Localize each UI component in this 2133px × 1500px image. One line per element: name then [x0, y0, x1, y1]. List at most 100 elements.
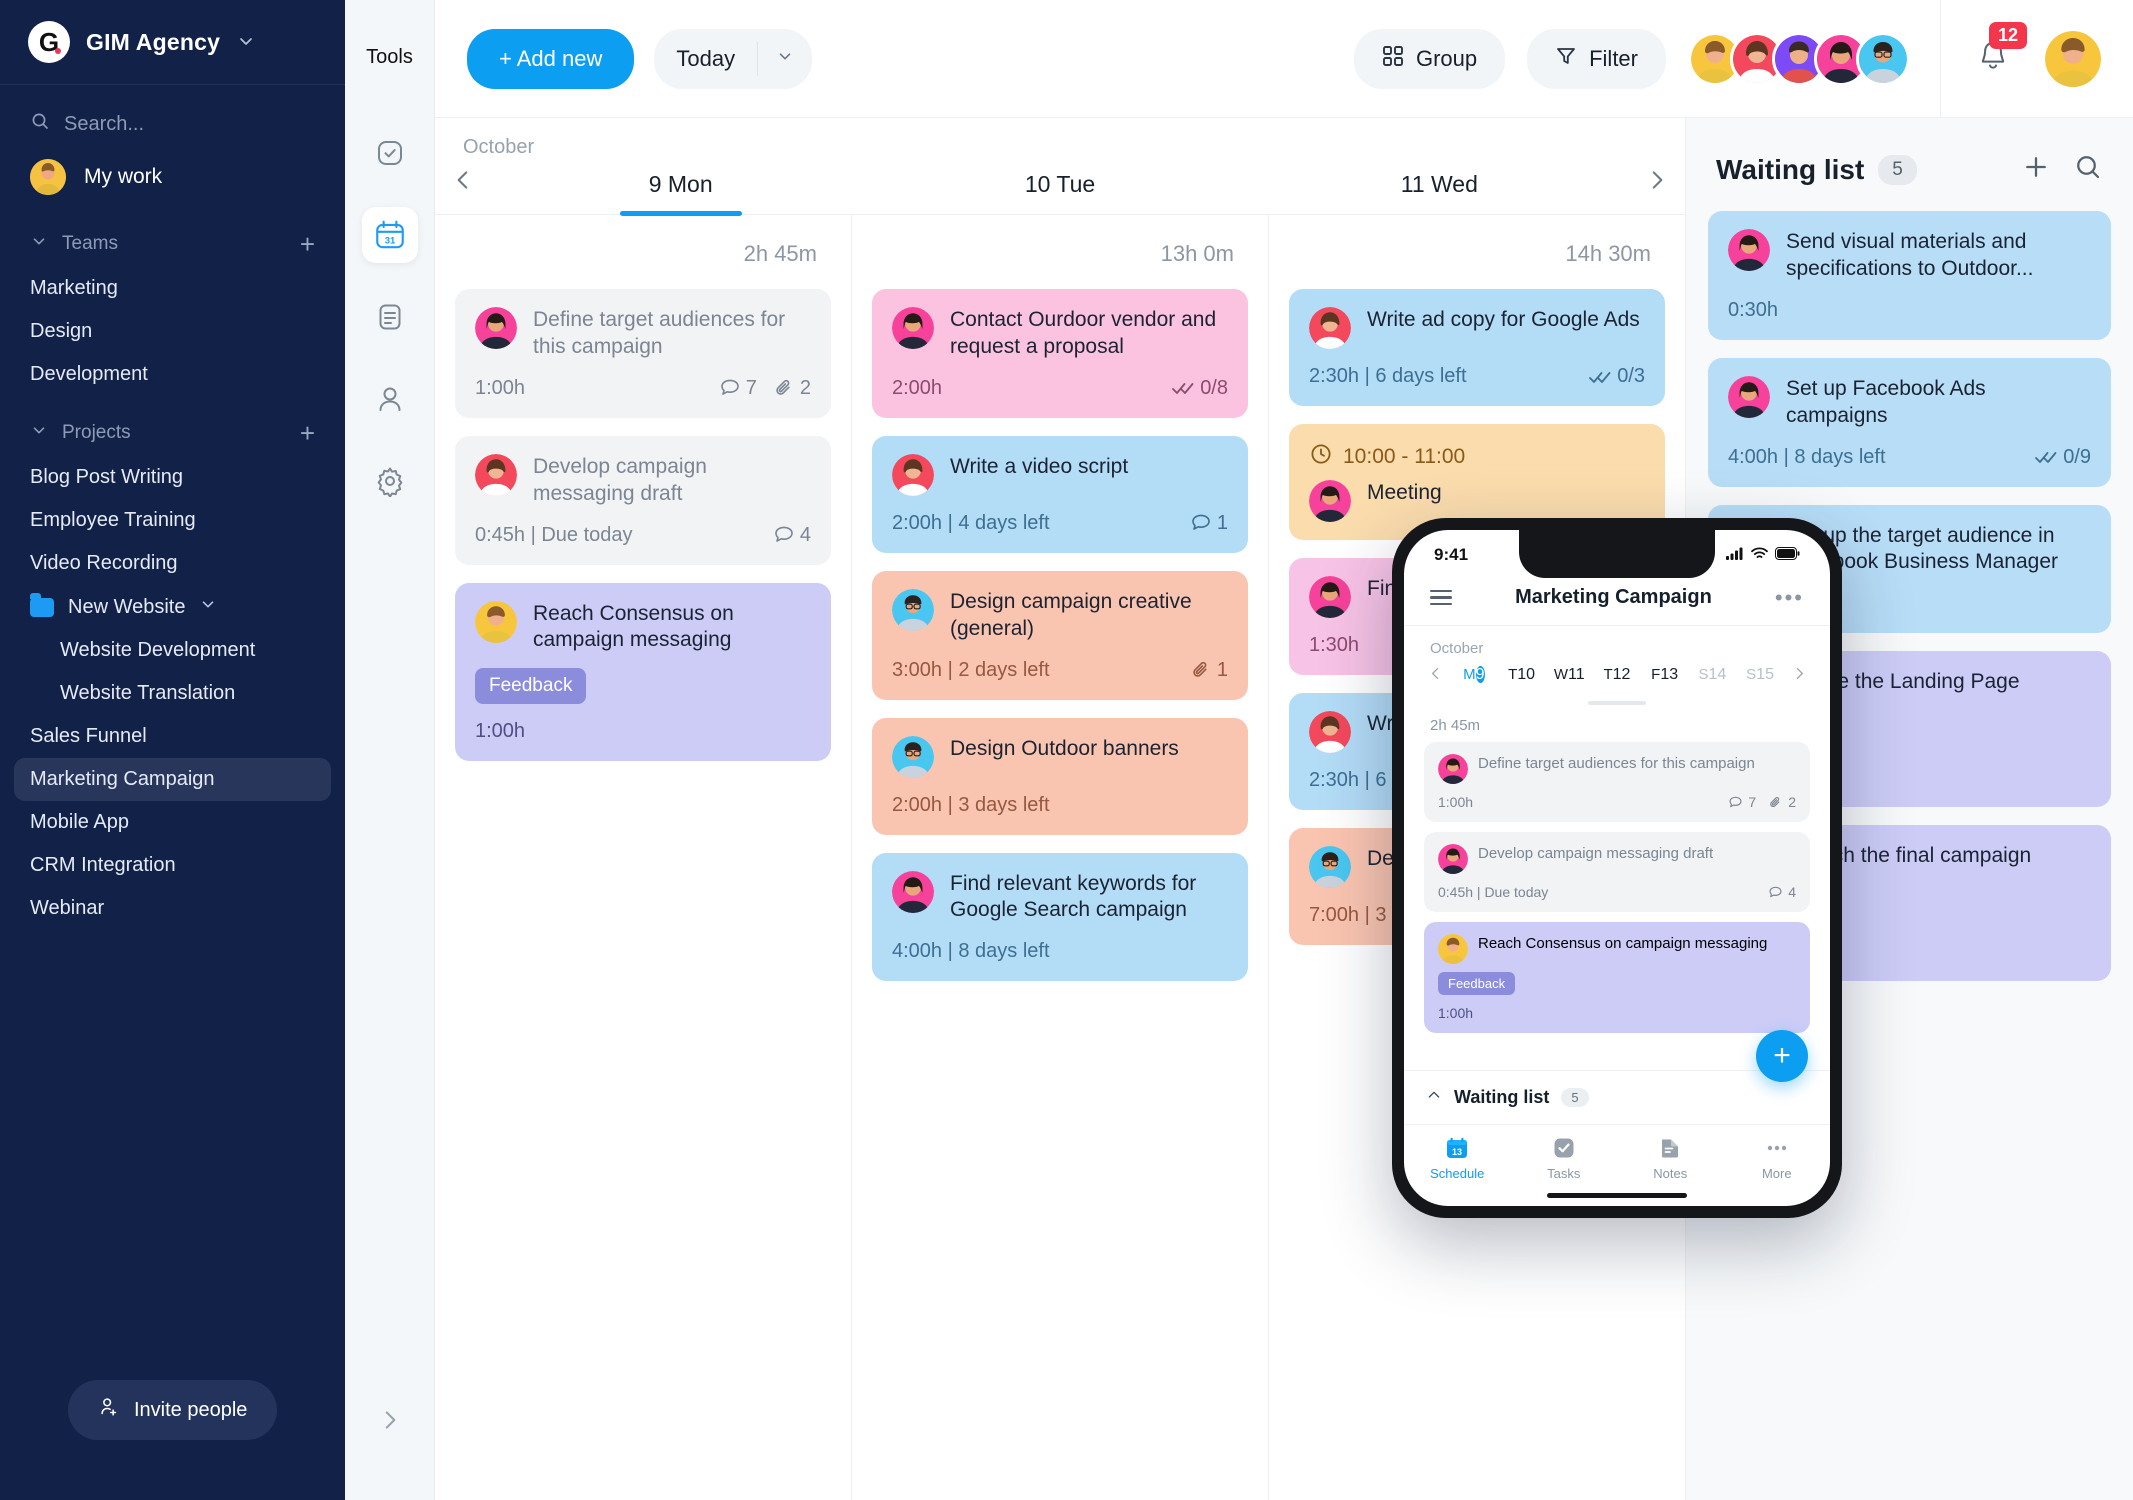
sidebar-search[interactable]: [0, 85, 345, 147]
task-card[interactable]: Reach Consensus on campaign messaging Fe…: [455, 582, 831, 762]
plus-icon[interactable]: [2021, 152, 2051, 187]
phone-task-card[interactable]: Define target audiences for this campaig…: [1424, 742, 1810, 822]
sidebar-item-sales-funnel[interactable]: Sales Funnel: [0, 715, 345, 758]
sidebar-section-projects[interactable]: Projects +: [0, 396, 345, 456]
wifi-icon: [1751, 545, 1768, 565]
phone-tab-schedule[interactable]: 13 Schedule: [1404, 1135, 1511, 1181]
add-new-button[interactable]: + Add new: [467, 28, 635, 89]
sidebar-folder-new-website[interactable]: New Website: [0, 585, 345, 629]
phone-tab-tasks[interactable]: Tasks: [1511, 1135, 1618, 1181]
phone-screen: 9:41 Marketing Campaign ••• October M9 T…: [1404, 530, 1830, 1206]
collapse-rail-icon[interactable]: [377, 1407, 403, 1440]
prev-day-button[interactable]: [435, 163, 491, 214]
notifications-button[interactable]: 12: [1941, 22, 2045, 79]
phone-add-task-fab[interactable]: +: [1756, 1030, 1808, 1082]
sidebar-item-marketing-campaign[interactable]: Marketing Campaign: [14, 758, 331, 801]
phone-notch: [1519, 530, 1715, 578]
phone-tab-notes[interactable]: Notes: [1617, 1135, 1724, 1181]
sidebar-item-marketing[interactable]: Marketing: [0, 267, 345, 310]
tool-notes-icon[interactable]: [362, 289, 418, 345]
waiting-list-header: Waiting list 5: [1708, 118, 2111, 211]
waiting-task-card[interactable]: Send visual materials and specifications…: [1708, 211, 2111, 340]
phone-day-14[interactable]: S14: [1692, 659, 1732, 691]
phone-tab-more[interactable]: More: [1724, 1135, 1831, 1181]
phone-task-card[interactable]: Reach Consensus on campaign messaging Fe…: [1424, 922, 1810, 1033]
more-dots-icon[interactable]: •••: [1775, 586, 1804, 608]
tool-calendar-icon[interactable]: 31: [361, 207, 418, 263]
task-card[interactable]: Define target audiences for this campaig…: [455, 289, 831, 418]
task-time: 2:30h | 6: [1309, 769, 1387, 791]
day-tab-tue[interactable]: 10 Tue: [870, 163, 1249, 214]
search-input[interactable]: [64, 112, 264, 136]
sidebar-item-employee-training[interactable]: Employee Training: [0, 499, 345, 542]
tool-checkbox-icon[interactable]: [362, 125, 418, 181]
phone-day-15[interactable]: S15: [1740, 659, 1780, 691]
avatar[interactable]: [1856, 31, 1910, 86]
add-team-icon[interactable]: +: [300, 231, 315, 257]
next-day-button[interactable]: [1629, 163, 1685, 214]
sidebar-item-website-translation[interactable]: Website Translation: [0, 672, 345, 715]
hamburger-icon[interactable]: [1430, 589, 1452, 606]
task-card[interactable]: Design campaign creative (general) 3:00h…: [872, 570, 1248, 700]
avatar: [475, 600, 517, 643]
sidebar-item-crm-integration[interactable]: CRM Integration: [0, 844, 345, 887]
sidebar-item-development[interactable]: Development: [0, 353, 345, 396]
waiting-task-card[interactable]: Set up Facebook Ads campaigns 4:00h | 8 …: [1708, 357, 2111, 487]
chevron-down-icon[interactable]: [758, 47, 812, 70]
filter-icon: [1555, 45, 1577, 73]
phone-day-letter: W: [1553, 666, 1569, 683]
task-title: Contact Ourdoor vendor and request a pro…: [950, 308, 1217, 358]
tool-gear-icon[interactable]: [362, 453, 418, 509]
day-tab-label: 9 Mon: [648, 171, 713, 197]
sidebar-item-blog-post-writing[interactable]: Blog Post Writing: [0, 456, 345, 499]
phone-day-10[interactable]: T10: [1502, 659, 1542, 691]
member-avatars[interactable]: [1688, 31, 1910, 86]
invite-people-button[interactable]: Invite people: [68, 1380, 278, 1440]
invite-people-label: Invite people: [134, 1398, 248, 1421]
phone-task-card[interactable]: Develop campaign messaging draft 0:45h |…: [1424, 832, 1810, 912]
tool-person-icon[interactable]: [362, 371, 418, 427]
phone-days: M9 T10 W11 T12 F13 S14 S15: [1450, 659, 1784, 691]
avatar: [1309, 576, 1351, 618]
comment-count: 4: [1768, 884, 1796, 900]
avatar[interactable]: [2045, 30, 2101, 87]
user-avatar-button[interactable]: [2045, 30, 2101, 87]
top-toolbar: + Add new Today Group Filter 12: [435, 0, 2133, 118]
task-card[interactable]: Write a video script 2:00h | 4 days left…: [872, 435, 1248, 553]
day-tab-wed[interactable]: 11 Wed: [1250, 163, 1629, 214]
task-time: 1:00h: [1438, 794, 1474, 810]
sidebar-item-design[interactable]: Design: [0, 310, 345, 353]
phone-day-9[interactable]: M9: [1454, 659, 1494, 691]
sidebar-item-website-development[interactable]: Website Development: [0, 629, 345, 672]
sidebar-item-my-work[interactable]: My work: [0, 147, 345, 207]
day-tab-mon[interactable]: 9 Mon: [491, 163, 870, 214]
phone-next-week-icon[interactable]: [1784, 662, 1814, 688]
phone-day-11[interactable]: W11: [1549, 659, 1589, 691]
sidebar-section-teams[interactable]: Teams +: [0, 207, 345, 267]
task-card[interactable]: Contact Ourdoor vendor and request a pro…: [872, 289, 1248, 418]
task-card[interactable]: Write ad copy for Google Ads 2:30h | 6 d…: [1289, 289, 1665, 406]
subtask-count: 0/8: [1171, 377, 1228, 400]
task-card[interactable]: Design Outdoor banners 2:00h | 3 days le…: [872, 717, 1248, 835]
phone-day-13[interactable]: F13: [1645, 659, 1685, 691]
chevron-down-icon: [236, 31, 256, 54]
sidebar-item-video-recording[interactable]: Video Recording: [0, 542, 345, 585]
chevron-up-icon[interactable]: [1426, 1087, 1442, 1108]
task-card[interactable]: Find relevant keywords for Google Search…: [872, 852, 1248, 982]
filter-button[interactable]: Filter: [1527, 28, 1666, 89]
avatar: [1438, 934, 1468, 964]
phone-month-label: October: [1430, 640, 1484, 657]
phone-day-12[interactable]: T12: [1597, 659, 1637, 691]
task-card[interactable]: Develop campaign messaging draft 0:45h |…: [455, 435, 831, 565]
sidebar-item-webinar[interactable]: Webinar: [0, 887, 345, 930]
today-selector[interactable]: Today: [654, 28, 813, 89]
sidebar-item-mobile-app[interactable]: Mobile App: [0, 801, 345, 844]
phone-waiting-list-bar[interactable]: Waiting list 5: [1404, 1070, 1830, 1124]
search-icon[interactable]: [2073, 152, 2103, 187]
avatar: [1728, 229, 1770, 271]
group-button[interactable]: Group: [1353, 28, 1506, 89]
workspace-switcher[interactable]: G GIM Agency: [0, 0, 345, 85]
phone-prev-week-icon[interactable]: [1420, 662, 1450, 688]
phone-day-letter: T: [1603, 666, 1613, 683]
add-project-icon[interactable]: +: [300, 420, 315, 446]
